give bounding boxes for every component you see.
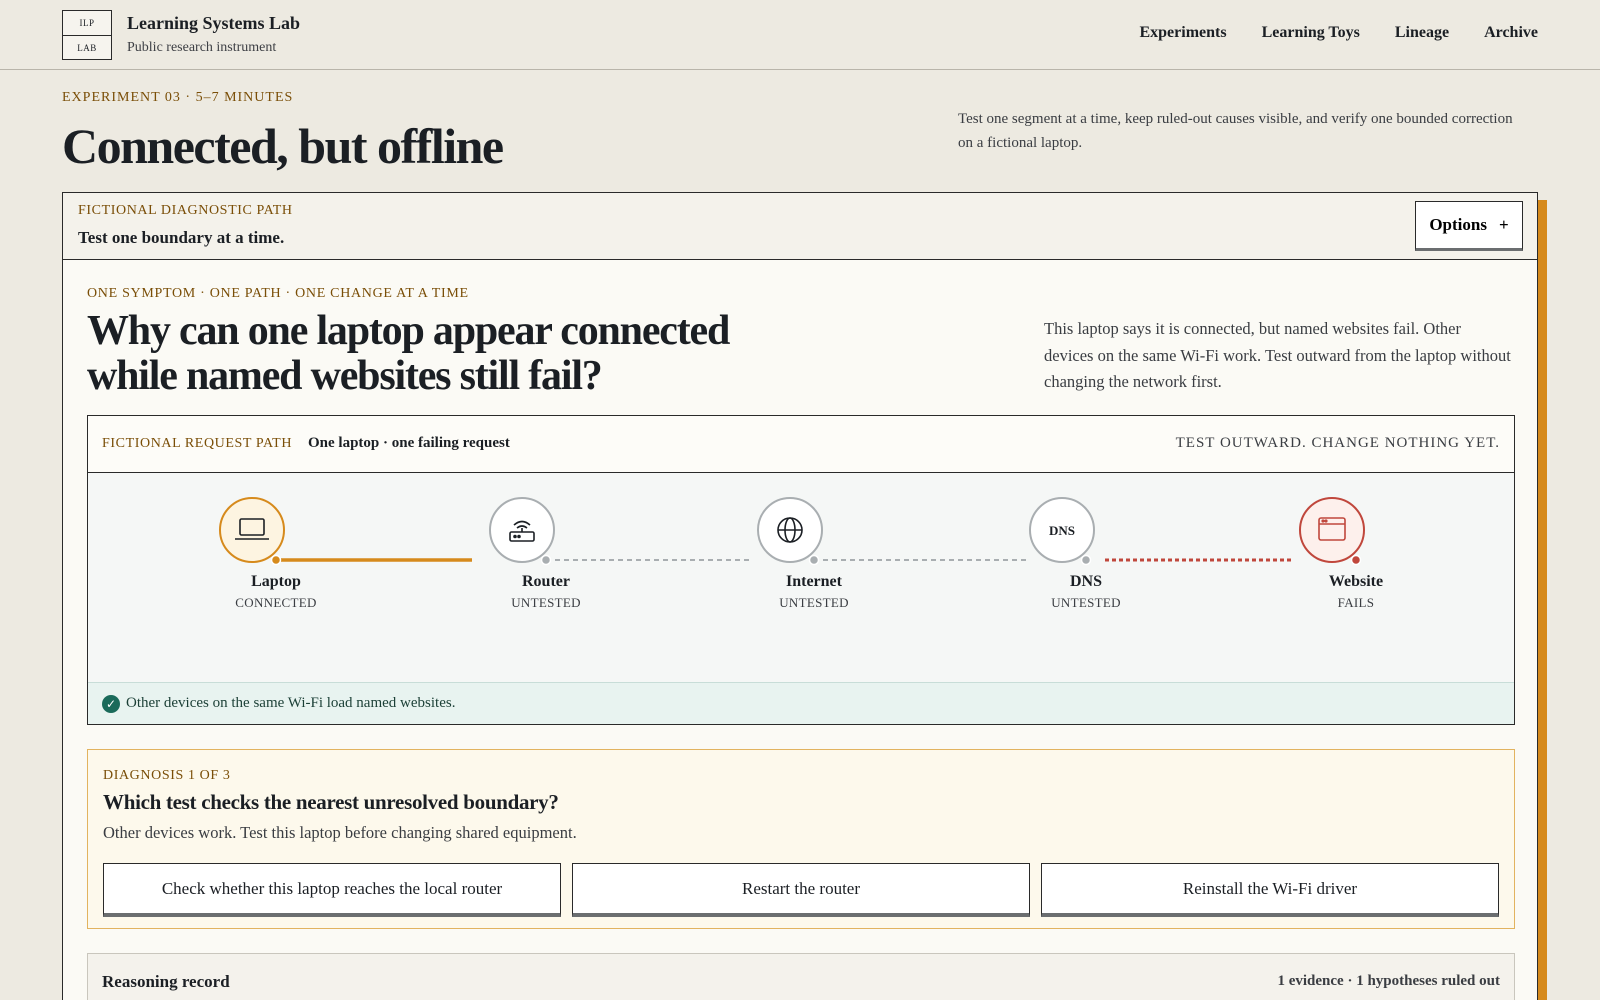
options-button[interactable]: Options + (1415, 201, 1523, 251)
lab-logo[interactable]: ILP LAB (62, 10, 112, 60)
top-bar: ILP LAB Learning Systems Lab Public rese… (0, 0, 1600, 70)
node-dns[interactable]: DNS (1029, 497, 1095, 566)
path-label: FICTIONAL REQUEST PATH (102, 436, 293, 451)
node-internet[interactable] (757, 497, 823, 566)
node-website[interactable] (1299, 497, 1365, 566)
node-status: UNTESTED (511, 595, 581, 610)
plus-icon: + (1498, 215, 1509, 234)
node-name: Laptop (251, 573, 301, 590)
diagnostic-card: FICTIONAL DIAGNOSTIC PATH Test one bound… (62, 192, 1538, 1000)
path-instruction: TEST OUTWARD. CHANGE NOTHING YET. (1175, 435, 1500, 451)
node-name: DNS (1069, 573, 1102, 590)
node-router[interactable] (489, 497, 555, 566)
node-status: UNTESTED (1051, 595, 1121, 610)
reasoning-record[interactable]: Reasoning record 1 evidence · 1 hypothes… (87, 953, 1515, 1000)
node-status: UNTESTED (779, 595, 849, 610)
evidence-text: Other devices on the same Wi-Fi load nam… (126, 695, 456, 711)
question-title: Why can one laptop appear connected whil… (87, 308, 730, 399)
path-value: One laptop · one failing request (308, 435, 510, 451)
brand-name[interactable]: Learning Systems Lab (127, 13, 300, 34)
node-status: CONNECTED (235, 595, 317, 610)
node-label-internet: Internet UNTESTED (734, 573, 894, 611)
page-description: Test one segment at a time, keep ruled-o… (958, 111, 1513, 151)
logo-top-text: ILP (79, 18, 95, 28)
reasoning-title: Reasoning record (102, 972, 230, 991)
reasoning-summary: 1 evidence · 1 hypotheses ruled out (1277, 973, 1500, 989)
nav-lineage[interactable]: Lineage (1395, 24, 1449, 42)
node-label-laptop: Laptop CONNECTED (196, 573, 356, 611)
card-heading: Test one boundary at a time. (78, 228, 285, 247)
option-reinstall-driver[interactable]: Reinstall the Wi-Fi driver (1041, 863, 1499, 917)
option-restart-router[interactable]: Restart the router (572, 863, 1030, 917)
nav-learning-toys[interactable]: Learning Toys (1262, 24, 1360, 42)
question-description: This laptop says it is connected, but na… (1044, 319, 1511, 391)
nav-archive[interactable]: Archive (1484, 24, 1538, 42)
node-name: Internet (786, 573, 842, 590)
evidence-row: ✓ Other devices on the same Wi-Fi load n… (88, 682, 1514, 724)
nav-experiments[interactable]: Experiments (1139, 24, 1226, 42)
card-header: FICTIONAL DIAGNOSTIC PATH Test one bound… (63, 193, 1537, 260)
diagnosis-question: Which test checks the nearest unresolved… (103, 790, 559, 814)
node-label-dns: DNS UNTESTED (1006, 573, 1166, 611)
card-label: FICTIONAL DIAGNOSTIC PATH (78, 203, 293, 218)
options-label: Options (1429, 215, 1487, 234)
request-path-panel: FICTIONAL REQUEST PATH One laptop · one … (87, 415, 1515, 725)
node-name: Website (1328, 573, 1384, 590)
page-title: Connected, but offline (62, 118, 504, 174)
dns-icon: DNS (1049, 523, 1075, 538)
node-label-router: Router UNTESTED (466, 573, 626, 611)
check-icon: ✓ (102, 695, 120, 713)
experiment-kicker: EXPERIMENT 03 · 5–7 MINUTES (62, 90, 294, 105)
node-status: FAILS (1337, 595, 1375, 610)
node-label-website: Website FAILS (1276, 573, 1436, 611)
logo-bottom-text: LAB (63, 35, 111, 59)
brand-subtitle: Public research instrument (127, 40, 277, 55)
diagnosis-step-label: DIAGNOSIS 1 OF 3 (103, 768, 231, 783)
node-laptop[interactable] (219, 497, 285, 566)
node-name: Router (522, 573, 570, 590)
question-kicker: ONE SYMPTOM · ONE PATH · ONE CHANGE AT A… (87, 286, 469, 301)
diagnosis-hint: Other devices work. Test this laptop bef… (103, 823, 577, 842)
path-header: FICTIONAL REQUEST PATH One laptop · one … (88, 416, 1514, 473)
option-check-router-reach[interactable]: Check whether this laptop reaches the lo… (103, 863, 561, 917)
card-accent-shadow (1537, 200, 1547, 1000)
main-nav: Experiments Learning Toys Lineage Archiv… (1139, 24, 1538, 42)
diagnosis-panel: DIAGNOSIS 1 OF 3 Which test checks the n… (87, 749, 1515, 929)
